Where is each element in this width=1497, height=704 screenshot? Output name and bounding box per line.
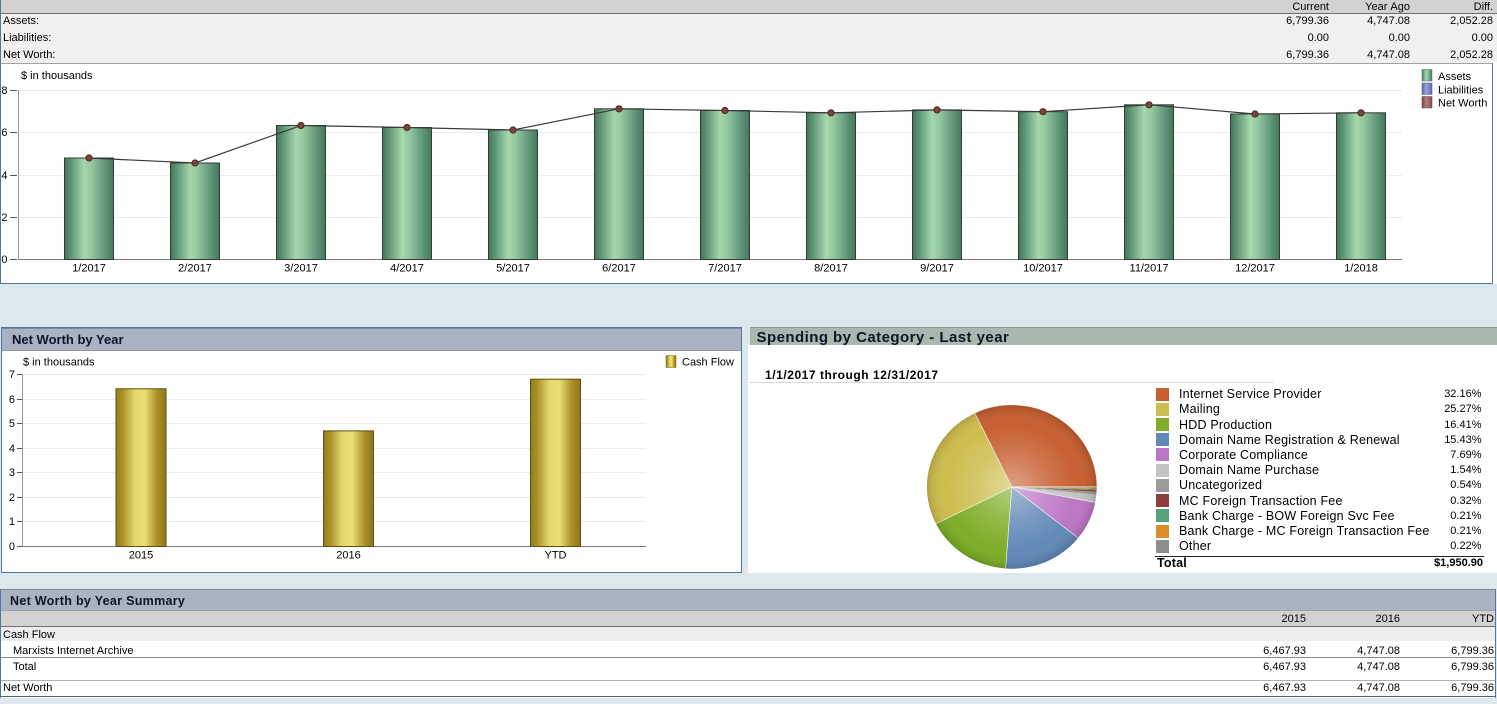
svg-text:6: 6 [9,394,15,406]
svg-text:11/2017: 11/2017 [1130,263,1169,275]
svg-text:1/2018: 1/2018 [1344,263,1378,275]
svg-text:2016: 2016 [336,550,360,562]
svg-text:$ in thousands: $ in thousands [21,70,93,82]
svg-text:0: 0 [9,541,15,553]
svg-text:2: 2 [9,492,15,504]
svg-text:5/2017: 5/2017 [496,263,530,275]
svg-text:8/2017: 8/2017 [814,263,848,275]
svg-text:9/2017: 9/2017 [920,263,954,275]
svg-text:YTD: YTD [545,550,567,562]
svg-text:10/2017: 10/2017 [1023,263,1063,275]
svg-text:5: 5 [9,418,15,430]
svg-text:Assets: Assets [1438,71,1472,83]
svg-text:2015: 2015 [129,550,153,562]
svg-text:2: 2 [1,212,7,224]
svg-text:6/2017: 6/2017 [602,263,636,275]
svg-text:Cash Flow: Cash Flow [682,357,734,369]
svg-text:4: 4 [9,443,15,455]
svg-text:0: 0 [1,254,7,266]
svg-text:4/2017: 4/2017 [390,263,424,275]
svg-text:8: 8 [1,85,7,97]
svg-text:1: 1 [9,516,15,528]
svg-text:3/2017: 3/2017 [284,263,318,275]
svg-text:7: 7 [9,369,15,381]
svg-text:$ in thousands: $ in thousands [23,357,95,369]
svg-text:7/2017: 7/2017 [708,263,742,275]
svg-text:Liabilities: Liabilities [1438,84,1484,96]
svg-text:12/2017: 12/2017 [1235,263,1275,275]
svg-text:6: 6 [1,127,7,139]
svg-text:3: 3 [9,467,15,479]
svg-text:2/2017: 2/2017 [178,263,212,275]
svg-text:4: 4 [1,170,7,182]
svg-text:Net Worth: Net Worth [1438,98,1487,110]
svg-text:1/2017: 1/2017 [72,263,106,275]
